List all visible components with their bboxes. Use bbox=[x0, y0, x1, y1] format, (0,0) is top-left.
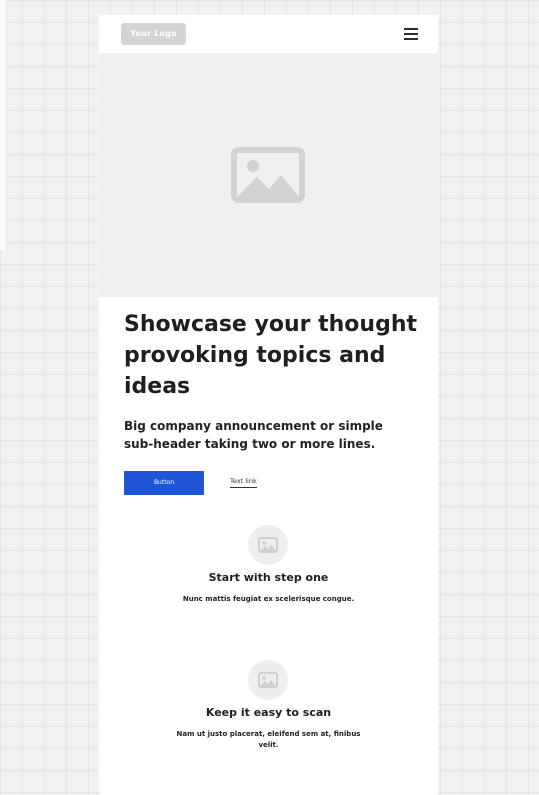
menu-bar bbox=[404, 33, 418, 35]
background-side-panel bbox=[0, 0, 7, 250]
feature-title: Start with step one bbox=[208, 571, 329, 584]
sub-header: Big company announcement or simple sub-h… bbox=[124, 419, 383, 451]
primary-button[interactable]: Button bbox=[124, 471, 204, 495]
mobile-page-frame: Your Logo Showcase your thought provokin… bbox=[99, 15, 438, 795]
text-link[interactable]: Text link bbox=[230, 476, 257, 488]
site-header: Your Logo bbox=[99, 15, 438, 53]
image-placeholder-icon bbox=[231, 147, 305, 203]
feature-icon-circle bbox=[248, 525, 288, 565]
hero-image-placeholder bbox=[99, 53, 438, 297]
feature-icon-circle bbox=[248, 660, 288, 700]
image-placeholder-icon bbox=[258, 672, 278, 688]
feature-description: Nunc mattis feugiat ex scelerisque congu… bbox=[182, 595, 355, 603]
page-title: Showcase your thought provoking topics a… bbox=[124, 312, 418, 399]
menu-bar bbox=[404, 38, 418, 40]
feature-title: Keep it easy to scan bbox=[205, 706, 332, 719]
logo[interactable]: Your Logo bbox=[121, 23, 186, 45]
image-placeholder-icon bbox=[258, 537, 278, 553]
hamburger-menu-icon[interactable] bbox=[404, 28, 418, 40]
feature-description: Nam ut justo placerat, eleifend sem at, … bbox=[176, 730, 361, 749]
menu-bar bbox=[404, 28, 418, 30]
